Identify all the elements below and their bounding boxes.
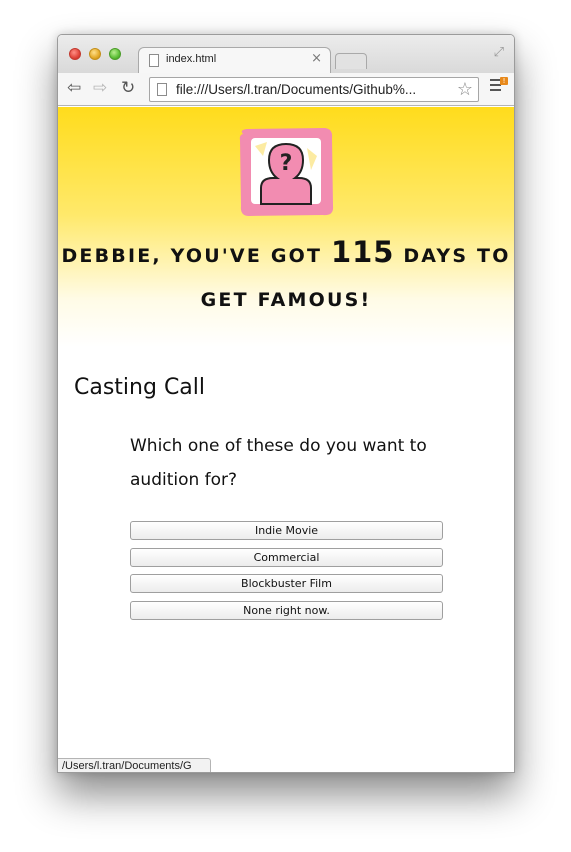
browser-window: index.html × ⤢ ⇦ ⇨ ↻ file:///Users/l.tra…: [57, 34, 515, 773]
option-blockbuster-film-button[interactable]: Blockbuster Film: [130, 574, 443, 593]
file-icon: [149, 54, 159, 67]
svg-text:?: ?: [280, 151, 293, 176]
page-icon: [157, 83, 167, 96]
page-viewport: ? DEBBIE, YOU'VE GOT 115 DAYS TO GET FAM…: [58, 107, 514, 772]
status-bar: /Users/l.tran/Documents/G: [58, 758, 211, 772]
new-tab-button[interactable]: [335, 53, 367, 69]
option-commercial-button[interactable]: Commercial: [130, 547, 443, 567]
browser-toolbar: ⇦ ⇨ ↻ file:///Users/l.tran/Documents/Git…: [58, 73, 514, 106]
back-arrow-icon[interactable]: ⇦: [67, 78, 81, 98]
mystery-person-icon: ?: [239, 128, 334, 216]
forward-arrow-icon[interactable]: ⇨: [93, 78, 107, 98]
days-count: 115: [330, 235, 395, 269]
address-bar[interactable]: file:///Users/l.tran/Documents/Github%..…: [149, 77, 479, 102]
update-badge: !: [500, 77, 508, 85]
option-indie-movie-button[interactable]: Indie Movie: [130, 521, 443, 540]
minimize-window-button[interactable]: [89, 48, 101, 60]
reload-icon[interactable]: ↻: [121, 78, 135, 98]
option-list: Indie Movie Commercial Blockbuster Film …: [130, 521, 443, 627]
tab-close-icon[interactable]: ×: [311, 51, 322, 66]
headline-text-start: DEBBIE, YOU'VE GOT: [61, 245, 331, 267]
address-url[interactable]: file:///Users/l.tran/Documents/Github%..…: [176, 82, 416, 97]
section-title: Casting Call: [74, 375, 206, 400]
countdown-headline: DEBBIE, YOU'VE GOT 115 DAYS TO GET FAMOU…: [58, 230, 514, 322]
option-none-button[interactable]: None right now.: [130, 600, 443, 620]
browser-tab[interactable]: index.html ×: [138, 47, 331, 74]
zoom-window-button[interactable]: [109, 48, 121, 60]
close-window-button[interactable]: [69, 48, 81, 60]
fullscreen-icon[interactable]: ⤢: [494, 45, 504, 60]
tab-title: index.html: [166, 53, 217, 65]
hero-banner: ? DEBBIE, YOU'VE GOT 115 DAYS TO GET FAM…: [58, 107, 514, 347]
question-text: Which one of these do you want to auditi…: [130, 436, 427, 490]
bookmark-star-icon[interactable]: ☆: [457, 79, 473, 100]
title-bar: index.html × ⤢: [58, 35, 514, 74]
